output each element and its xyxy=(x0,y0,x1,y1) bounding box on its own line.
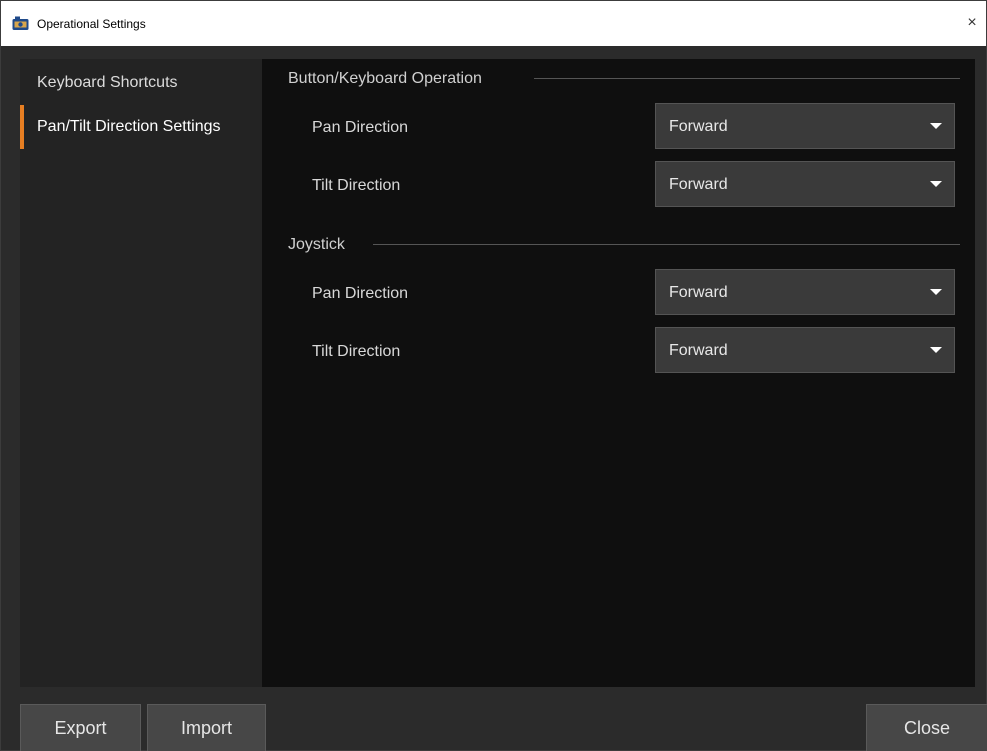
close-window-icon[interactable]: × xyxy=(958,1,986,46)
section-divider xyxy=(534,78,960,79)
export-button[interactable]: Export xyxy=(20,704,141,751)
dropdown-value: Forward xyxy=(669,284,728,301)
dropdown-value: Forward xyxy=(669,176,728,193)
button-tilt-direction-select[interactable]: Forward xyxy=(655,161,955,207)
pan-direction-label: Pan Direction xyxy=(312,285,409,302)
tilt-direction-label: Tilt Direction xyxy=(312,177,401,194)
section-title-button-keyboard: Button/Keyboard Operation xyxy=(288,70,482,87)
sidebar-item-pan-tilt-direction-settings[interactable]: Pan/Tilt Direction Settings xyxy=(20,105,262,149)
chevron-down-icon xyxy=(930,347,942,353)
sidebar-item-keyboard-shortcuts[interactable]: Keyboard Shortcuts xyxy=(20,61,262,105)
joystick-pan-direction-select[interactable]: Forward xyxy=(655,269,955,315)
chevron-down-icon xyxy=(930,123,942,129)
operational-settings-window: Operational Settings × Keyboard Shortcut… xyxy=(0,0,987,751)
section-divider xyxy=(373,244,960,245)
dropdown-value: Forward xyxy=(669,342,728,359)
section-title-joystick: Joystick xyxy=(288,236,345,253)
pan-direction-label: Pan Direction xyxy=(312,119,409,136)
import-button[interactable]: Import xyxy=(147,704,266,751)
settings-panel: Button/Keyboard Operation Pan Direction … xyxy=(262,59,975,687)
app-icon xyxy=(12,16,29,31)
chevron-down-icon xyxy=(930,289,942,295)
tilt-direction-label: Tilt Direction xyxy=(312,343,401,360)
title-bar: Operational Settings × xyxy=(1,1,986,46)
chevron-down-icon xyxy=(930,181,942,187)
sidebar: Keyboard Shortcuts Pan/Tilt Direction Se… xyxy=(20,59,262,687)
dropdown-value: Forward xyxy=(669,118,728,135)
window-title: Operational Settings xyxy=(37,17,146,31)
joystick-tilt-direction-select[interactable]: Forward xyxy=(655,327,955,373)
close-button[interactable]: Close xyxy=(866,704,987,751)
button-pan-direction-select[interactable]: Forward xyxy=(655,103,955,149)
